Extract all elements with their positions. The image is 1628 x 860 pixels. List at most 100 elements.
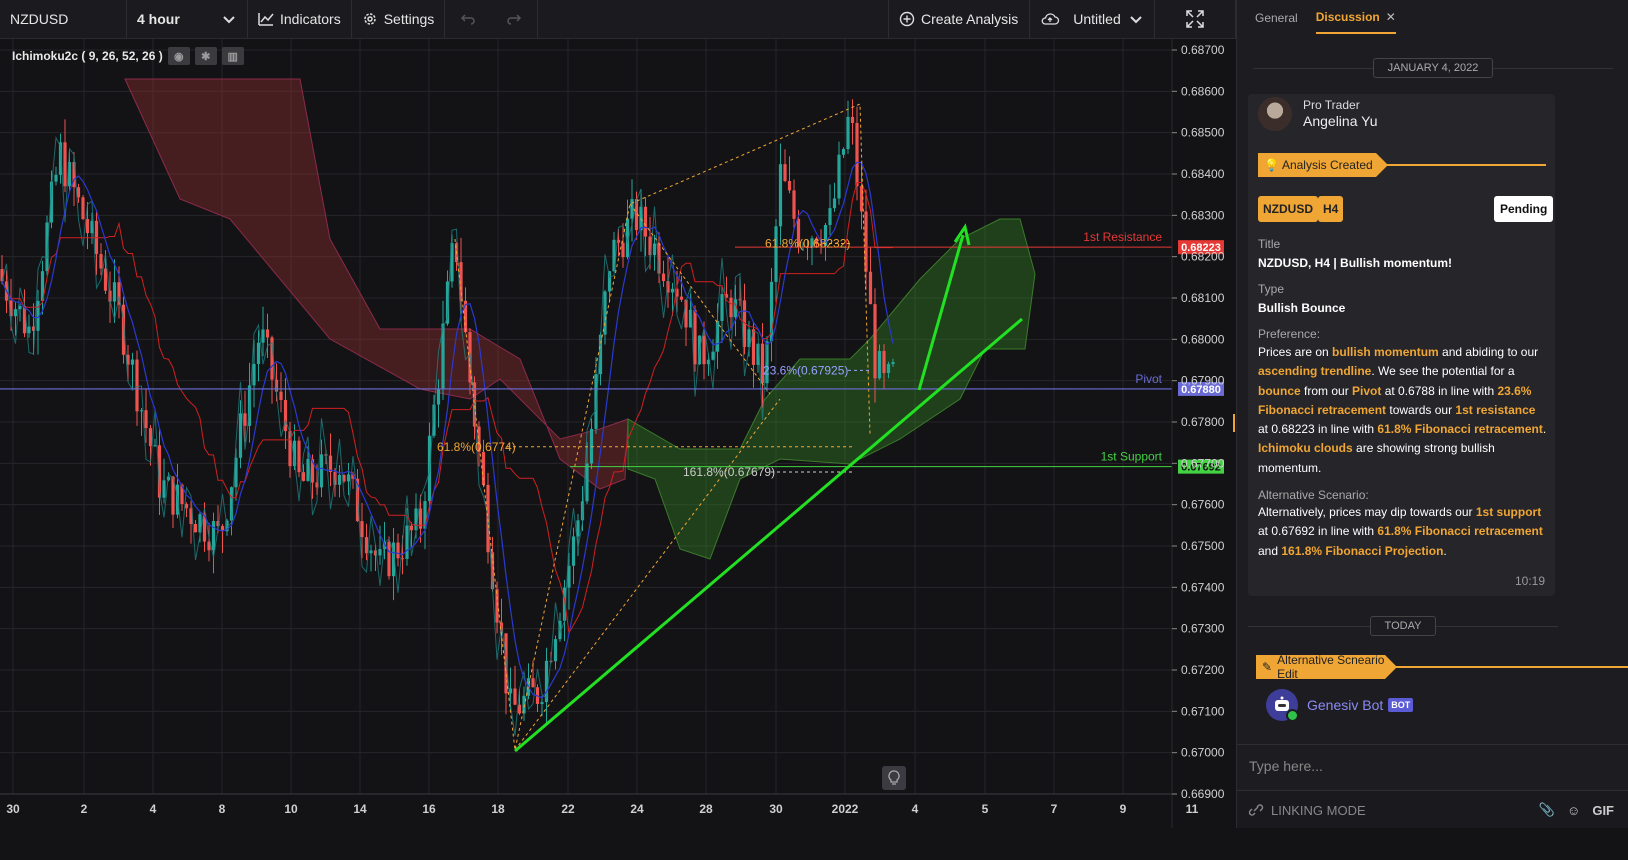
candle-body [778,164,783,227]
avatar[interactable] [1258,97,1292,131]
candle-body [513,688,517,705]
candle-body [868,271,873,305]
candle-body [369,550,373,554]
highlight: ascending trendline [1258,364,1372,379]
settings-button[interactable]: Settings [352,0,446,38]
text: at 0.68223 in line with [1258,422,1378,437]
candle-body [301,472,306,481]
emoji-icon[interactable]: ☺ [1567,803,1580,818]
date-separator: TODAY [1248,614,1558,638]
close-icon[interactable]: ✕ [1386,10,1396,24]
attachment-icon[interactable]: 📎 [1539,802,1555,818]
date-tick-label: 8 [219,802,226,816]
candle-body [360,521,364,538]
symbol-selector[interactable]: NZDUSD [0,0,127,38]
date-tick-label: 11 [1186,802,1199,816]
chart-toolbar: NZDUSD 4 hour Indicators Settings Create… [0,0,1236,39]
undo-button[interactable] [445,0,491,38]
date-tick-label: 4 [150,802,157,816]
alternative-scenario-banner: ✎ Alternative Scneario Edit [1256,653,1397,681]
chart-canvas[interactable]: 1st Resistance0.68223Pivot0.678801st Sup… [0,39,1236,829]
support-label: 1st Support [1101,450,1163,464]
price-tick-label: 0.67300 [1181,622,1225,636]
candle-body [531,678,535,688]
candle-body [589,428,594,464]
preference-text: Prices are on bullish momentum and abidi… [1258,343,1548,478]
candle-body [103,268,108,291]
create-analysis-label: Create Analysis [921,11,1019,27]
indicators-button[interactable]: Indicators [248,0,352,38]
line-chart-icon [258,13,274,26]
candle-body [81,197,85,219]
resistance-label: 1st Resistance [1083,230,1162,244]
price-tick-label: 0.67600 [1181,498,1225,512]
timeframe-dropdown[interactable]: 4 hour [127,0,248,38]
plus-circle-icon [899,11,915,27]
fib-level-label: 61.8%(0.6774) [437,440,516,454]
project-label: Untitled [1073,11,1121,27]
candle-body [135,359,139,412]
bot-avatar[interactable] [1266,689,1299,722]
price-tick-label: 0.68700 [1181,43,1225,57]
candle-body [193,524,198,533]
title-value: NZDUSD, H4 | Bullish momentum! [1258,256,1453,270]
tab-discussion[interactable]: Discussion ✕ [1315,2,1396,34]
highlight: 161.8% Fibonacci Projection [1281,543,1444,558]
alt-scenario-label: Alternative Scenario: [1258,488,1369,502]
bot-name[interactable]: Genesiv Bot [1307,697,1383,713]
linking-mode-toggle[interactable]: LINKING MODE [1247,802,1366,818]
candle-body [783,164,787,182]
date-tick-label: 16 [422,802,436,816]
timeframe-badge: H4 [1318,196,1344,222]
price-tick-label: 0.67800 [1181,415,1225,429]
text: and abiding to our [1438,345,1539,359]
date-label: JANUARY 4, 2022 [1372,58,1494,78]
candle-body [396,542,400,559]
candle-body [378,549,382,556]
project-dropdown[interactable]: Untitled [1030,0,1155,38]
highlight: bounce [1258,383,1301,398]
text: . [1542,422,1547,437]
candle-body [652,243,657,256]
price-chart[interactable]: 1st Resistance 0.68223 Pivot 0.67880 1st Sup… [0,39,1236,860]
candle-body [319,454,324,488]
candle-body [720,294,724,321]
fullscreen-button[interactable] [1155,0,1236,38]
candle-body [387,541,391,577]
author-name[interactable]: Angelina Yu [1303,113,1377,129]
redo-icon [507,14,522,25]
chevron-down-icon [1130,16,1142,24]
eye-icon[interactable]: ◉ [167,47,190,65]
trash-icon[interactable]: ▥ [221,47,244,65]
date-tick-label: 9 [1120,802,1127,816]
gif-button[interactable]: GIF [1592,803,1614,818]
message-composer [1237,744,1628,791]
candle-body [405,525,409,559]
candle-body [679,296,684,300]
candle-body [873,304,877,379]
candle-body [792,190,796,219]
date-tick-label: 14 [353,802,367,816]
symbol-badge: NZDUSD [1258,196,1318,222]
price-tick-label: 0.68300 [1181,208,1225,222]
candle-body [702,335,706,365]
fib-level-label: 161.8%(0.67679) [683,465,775,479]
candle-body [243,413,247,426]
candle-body [27,326,31,334]
tab-general[interactable]: General [1255,3,1298,33]
banner-label: Alternative Scneario Edit [1277,653,1385,681]
lightbulb-icon: 💡 [1264,158,1279,172]
redo-button[interactable] [491,0,539,38]
pencil-icon: ✎ [1262,660,1273,674]
lightbulb-icon[interactable] [882,766,906,790]
bot-badge: BOT [1388,698,1414,712]
create-analysis-button[interactable]: Create Analysis [889,0,1030,38]
message-input[interactable] [1247,751,1611,781]
gear-icon[interactable]: ✱ [194,47,217,65]
candle-body [346,474,351,482]
candle-body [337,474,342,485]
candle-body [495,589,499,623]
candle-body [76,187,81,198]
candle-body [553,639,558,662]
highlight: 1st resistance [1455,402,1536,417]
